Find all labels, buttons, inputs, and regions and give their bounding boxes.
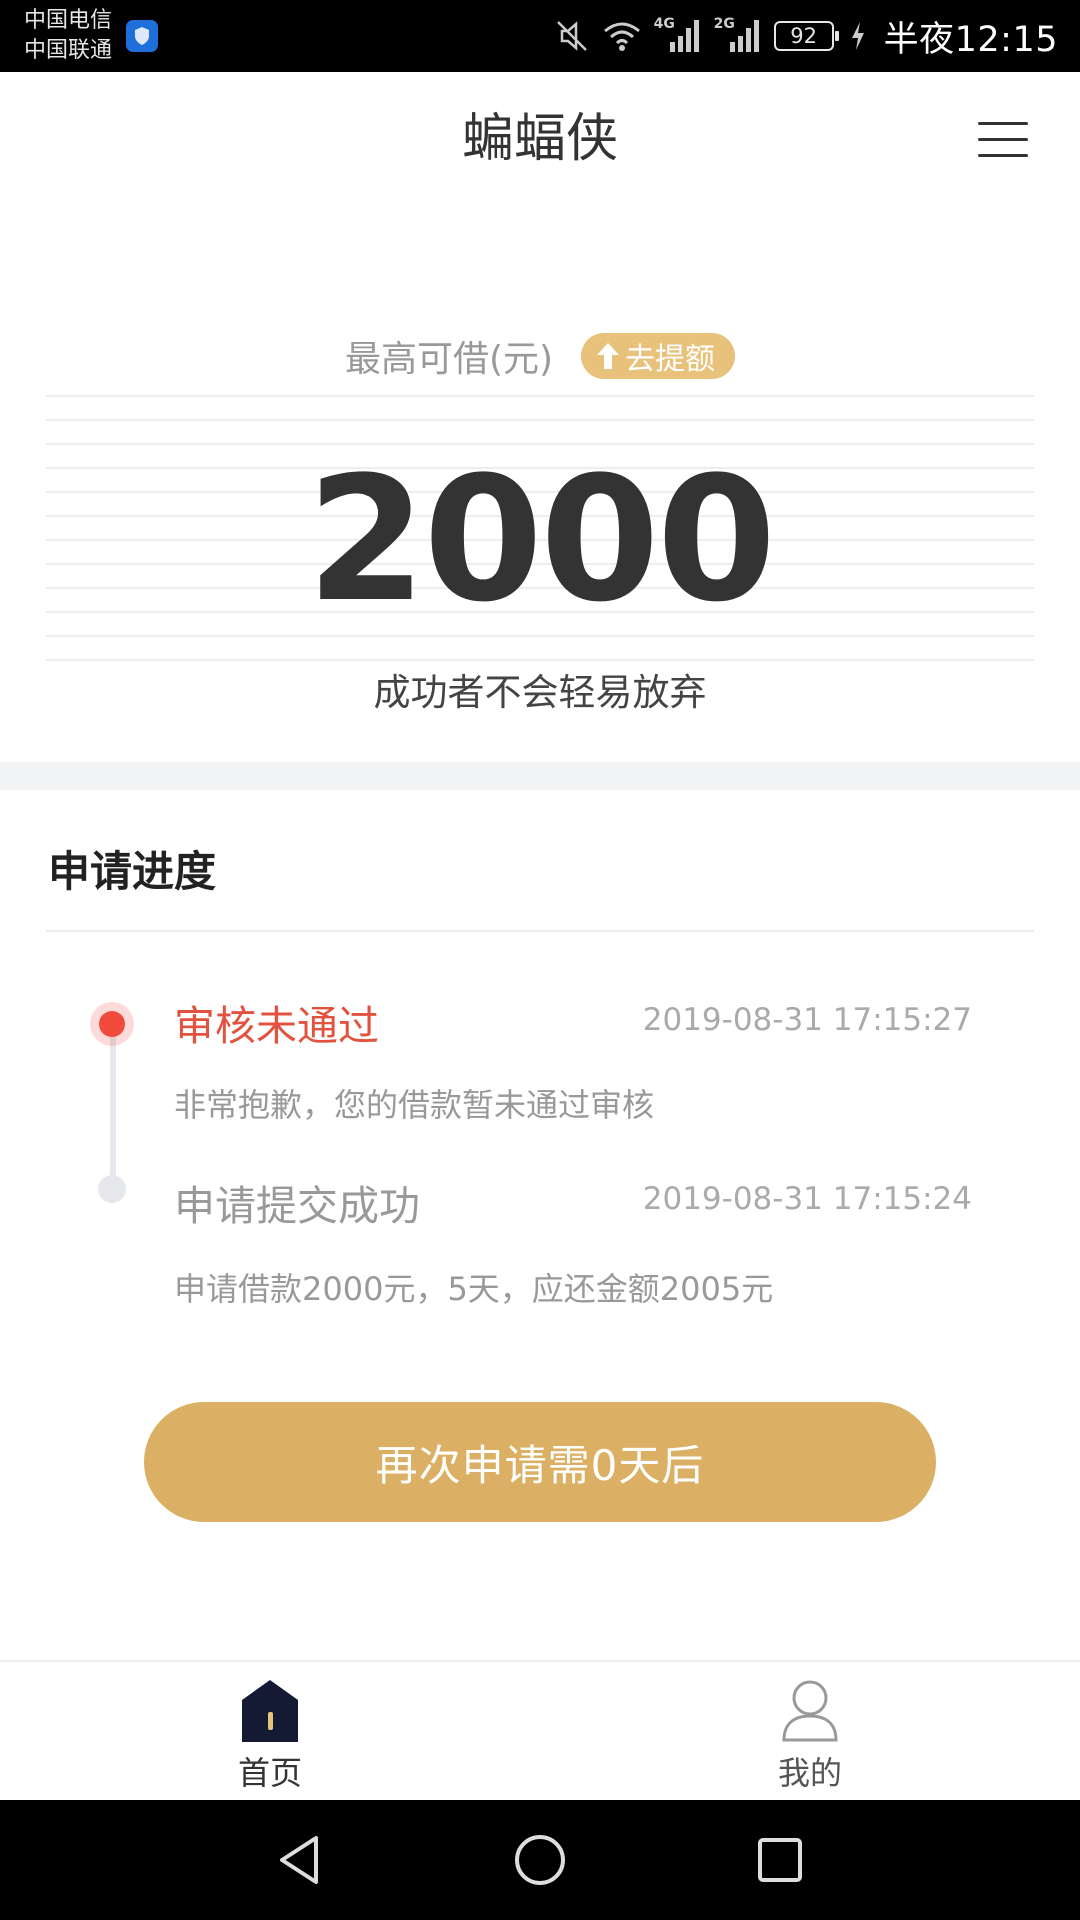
- raise-limit-button[interactable]: 去提额: [581, 333, 736, 379]
- menu-button[interactable]: [968, 114, 1032, 164]
- signal-icon: [669, 20, 699, 52]
- status-bar: 中国电信 中国联通 4G 2G 92 半夜12:15: [0, 0, 1080, 72]
- carrier-2: 中国联通: [24, 38, 113, 63]
- signal-icon: [729, 20, 759, 52]
- carrier-info: 中国电信 中国联通: [24, 6, 112, 66]
- step-description: 非常抱歉，您的借款暂未通过审核: [174, 1086, 655, 1124]
- page-title: 蝙蝠侠: [461, 109, 618, 169]
- step-status-submitted: 申请提交成功: [174, 1182, 420, 1230]
- clock: 半夜12:15: [883, 19, 1058, 60]
- mute-icon: [556, 21, 587, 51]
- application-progress: 申请进度 审核未通过 2019-08-31 17:15:27 非常抱歉，您的借款…: [0, 790, 1080, 1660]
- timeline-dot: [98, 1175, 126, 1203]
- tab-mine[interactable]: 我的: [710, 1678, 910, 1802]
- battery-indicator: 92: [773, 21, 839, 51]
- limit-row: 最高可借(元) 去提额: [0, 330, 1080, 382]
- slogan: 成功者不会轻易放弃: [373, 671, 707, 714]
- limit-amount: 2000: [306, 439, 777, 640]
- charging-icon: [851, 22, 864, 50]
- shield-icon: [126, 20, 158, 52]
- timeline-line: [110, 1022, 116, 1188]
- reapply-button[interactable]: 再次申请需0天后: [144, 1402, 936, 1522]
- divider: [46, 930, 1034, 932]
- home-icon: [242, 1680, 298, 1742]
- section-title: 申请进度: [48, 847, 217, 896]
- tab-home[interactable]: 首页: [170, 1678, 370, 1802]
- app-header: 蝙蝠侠: [0, 72, 1080, 190]
- recent-apps-icon[interactable]: [750, 1830, 810, 1890]
- step-timestamp: 2019-08-31 17:15:27: [642, 1002, 972, 1038]
- limit-label: 最高可借(元): [344, 339, 554, 380]
- section-divider: [0, 762, 1080, 790]
- signal-2g: 2G: [714, 16, 762, 56]
- wifi-icon: [603, 22, 640, 51]
- bottom-tab-bar: 首页 我的: [0, 1660, 1080, 1800]
- tab-home-label: 首页: [237, 1754, 302, 1792]
- arrow-up-icon: [597, 343, 620, 369]
- step-status-rejected: 审核未通过: [174, 1002, 379, 1050]
- user-icon: [782, 1680, 838, 1742]
- signal-4g: 4G: [654, 16, 702, 56]
- timeline-dot-active: [90, 1002, 134, 1046]
- system-navigation-bar: [0, 1800, 1080, 1920]
- back-icon[interactable]: [270, 1830, 330, 1890]
- credit-limit-card: 最高可借(元) 去提额 2000 成功者不会轻易放弃: [0, 190, 1080, 762]
- home-circle-icon[interactable]: [510, 1830, 570, 1890]
- step-description: 申请借款2000元，5天，应还金额2005元: [174, 1270, 774, 1308]
- tab-mine-label: 我的: [777, 1754, 842, 1792]
- carrier-1: 中国电信: [24, 8, 113, 33]
- raise-limit-label: 去提额: [625, 342, 716, 377]
- step-timestamp: 2019-08-31 17:15:24: [642, 1181, 972, 1217]
- status-icons: 4G 2G 92 半夜12:15: [554, 0, 1058, 72]
